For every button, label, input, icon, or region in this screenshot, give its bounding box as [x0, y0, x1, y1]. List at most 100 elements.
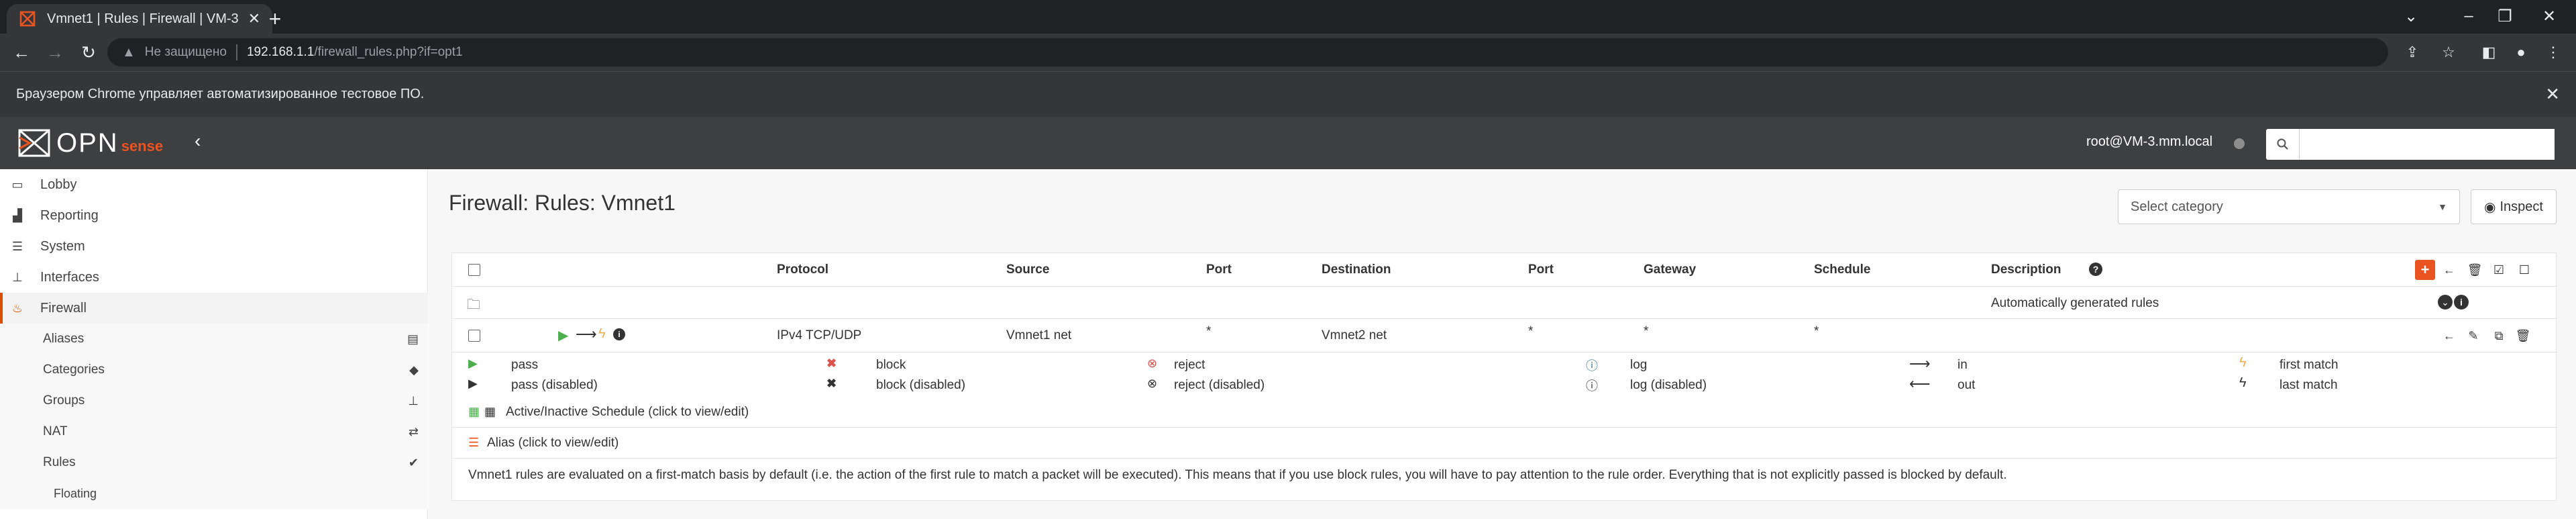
restore-icon[interactable]: ❐: [2491, 3, 2518, 30]
edit-icon[interactable]: ✎: [2463, 326, 2483, 346]
delete-selected-icon[interactable]: 🗑: [2465, 260, 2485, 280]
sitemap-icon: ⊥: [12, 270, 23, 284]
opnsense-favicon-icon: [19, 10, 36, 28]
warning-icon[interactable]: ▲: [122, 45, 136, 60]
sidebar-item-label: Interfaces: [40, 269, 99, 285]
forward-icon[interactable]: →: [42, 39, 68, 66]
delete-icon[interactable]: 🗑: [2513, 326, 2533, 346]
move-before-icon[interactable]: ←: [2439, 326, 2459, 346]
tags-icon: ◆: [409, 363, 419, 377]
legend-reject-disabled: reject (disabled): [1174, 378, 1265, 392]
sidebar-item-firewall[interactable]: ♨ Firewall: [0, 293, 428, 324]
insecure-label: Не защищено: [144, 45, 227, 59]
search-icon: [2266, 129, 2300, 160]
eye-icon: ◉: [2484, 199, 2496, 215]
search-input[interactable]: [2300, 129, 2555, 160]
share-icon[interactable]: ⇪: [2399, 39, 2426, 66]
col-gateway[interactable]: Gateway: [1644, 263, 1696, 277]
new-tab-button[interactable]: +: [262, 5, 288, 32]
direction-out-icon: ⟵: [1909, 375, 1931, 392]
col-source[interactable]: Source: [1006, 263, 1049, 277]
col-protocol[interactable]: Protocol: [777, 263, 828, 277]
server-icon: ☰: [11, 239, 23, 253]
info-icon[interactable]: i: [2454, 295, 2469, 310]
laptop-icon: ▭: [11, 177, 23, 191]
window-close-icon[interactable]: ✕: [2536, 3, 2563, 30]
bookmark-star-icon[interactable]: ☆: [2435, 39, 2462, 66]
calendar-active-icon: ▦: [468, 405, 480, 418]
col-destination[interactable]: Destination: [1322, 263, 1391, 277]
inspect-button[interactable]: ◉ Inspect: [2471, 189, 2557, 224]
sidebar-subitem-categories[interactable]: Categories ◆: [0, 355, 428, 385]
back-icon[interactable]: ←: [8, 39, 35, 66]
status-dot[interactable]: [2234, 138, 2245, 149]
pass-disabled-icon: ▶: [468, 377, 478, 390]
url-host: 192.168.1.1: [246, 45, 315, 59]
profile-icon[interactable]: ●: [2508, 39, 2534, 66]
sidebar-subitem-rules[interactable]: Rules ✔: [0, 447, 428, 478]
browser-tabstrip: Vmnet1 | Rules | Firewall | VM-3.n ✕ + ⌄…: [0, 0, 2576, 34]
sidebar-item-reporting[interactable]: ▟ Reporting: [0, 200, 428, 231]
col-description[interactable]: Description: [1991, 263, 2061, 277]
schedule-legend-row[interactable]: ▦ ▦ Active/Inactive Schedule (click to v…: [452, 397, 2557, 428]
legend-first-match: first match: [2279, 358, 2339, 372]
enable-selected-icon[interactable]: ☑: [2489, 260, 2509, 280]
col-schedule[interactable]: Schedule: [1814, 263, 1870, 277]
sidebar-subitem-aliases[interactable]: Aliases ▤: [0, 324, 428, 355]
tab-close-icon[interactable]: ✕: [248, 10, 260, 28]
direction-in-icon: ⟶: [1909, 355, 1931, 372]
minimize-icon[interactable]: –: [2455, 3, 2482, 30]
rule-info-icon[interactable]: i: [613, 328, 625, 340]
browser-toolbar: ← → ↻ ▲ Не защищено 192.168.1.1 /firewal…: [0, 34, 2576, 71]
sidebar-item-interfaces[interactable]: ⊥ Interfaces: [0, 262, 428, 293]
address-bar[interactable]: ▲ Не защищено 192.168.1.1 /firewall_rule…: [107, 38, 2388, 66]
sidebar-subitem-floating[interactable]: Floating: [0, 478, 428, 509]
fire-icon: ♨: [11, 301, 23, 315]
help-icon[interactable]: ?: [2089, 263, 2102, 276]
user-label[interactable]: root@VM-3.mm.local: [2086, 134, 2212, 150]
url-path: /firewall_rules.php?if=opt1: [314, 45, 463, 59]
inspect-label: Inspect: [2500, 199, 2543, 214]
sidebar-subitem-nat[interactable]: NAT ⇄: [0, 416, 428, 447]
main-content: Firewall: Rules: Vmnet1 Select category …: [429, 169, 2576, 519]
legend-reject: reject: [1174, 358, 1205, 372]
legend-out: out: [1957, 378, 1976, 392]
infobar-text: Браузером Chrome управляет автоматизиров…: [16, 87, 425, 101]
alias-legend-row[interactable]: ☰ Alias (click to view/edit): [452, 428, 2557, 459]
sidebar-item-label: System: [40, 238, 85, 254]
calendar-inactive-icon: ▦: [484, 405, 496, 418]
rules-footer-note: Vmnet1 rules are evaluated on a first-ma…: [452, 459, 2557, 499]
reject-disabled-icon: ⊗: [1147, 377, 1158, 390]
tab-search-icon[interactable]: ⌄: [2398, 3, 2424, 30]
auto-rules-row[interactable]: 🗀 Automatically generated rules ⌄ i: [452, 287, 2557, 319]
menu-dots-icon[interactable]: ⋮: [2540, 39, 2567, 66]
pass-icon: ▶: [468, 357, 478, 370]
disable-selected-icon[interactable]: ☐: [2514, 260, 2534, 280]
folder-icon: 🗀: [467, 297, 480, 312]
sidebar-item-lobby[interactable]: ▭ Lobby: [0, 169, 428, 200]
move-selected-icon[interactable]: ←: [2439, 260, 2459, 280]
add-rule-button[interactable]: +: [2415, 260, 2435, 280]
col-source-port[interactable]: Port: [1206, 263, 1232, 277]
category-select[interactable]: Select category ▼: [2118, 189, 2460, 224]
sidebar-subitem-label: Groups: [43, 393, 85, 408]
reload-icon[interactable]: ↻: [75, 39, 102, 66]
rule-checkbox[interactable]: [468, 330, 480, 342]
select-all-checkbox[interactable]: [468, 264, 480, 276]
rule-destination: Vmnet2 net: [1322, 328, 1387, 342]
legend-last-match: last match: [2279, 378, 2338, 392]
sidebar-toggle-icon[interactable]: ‹: [195, 130, 201, 152]
legend-block-disabled: block (disabled): [876, 378, 966, 392]
clone-icon[interactable]: ⧉: [2489, 326, 2509, 346]
reject-icon: ⊗: [1147, 357, 1158, 370]
col-dest-port[interactable]: Port: [1528, 263, 1554, 277]
sidebar-subitem-groups[interactable]: Groups ⊥: [0, 385, 428, 416]
infobar-close-icon[interactable]: ✕: [2545, 84, 2560, 105]
browser-tab[interactable]: Vmnet1 | Rules | Firewall | VM-3.n ✕: [7, 4, 272, 34]
automation-infobar: Браузером Chrome управляет автоматизиров…: [0, 71, 2576, 117]
expand-icon[interactable]: ⌄: [2438, 295, 2453, 310]
pass-icon[interactable]: ▶: [558, 327, 568, 344]
sidebar-item-system[interactable]: ☰ System: [0, 231, 428, 262]
opnsense-logo[interactable]: OPN sense: [17, 126, 163, 160]
side-panel-icon[interactable]: ◧: [2475, 39, 2502, 66]
